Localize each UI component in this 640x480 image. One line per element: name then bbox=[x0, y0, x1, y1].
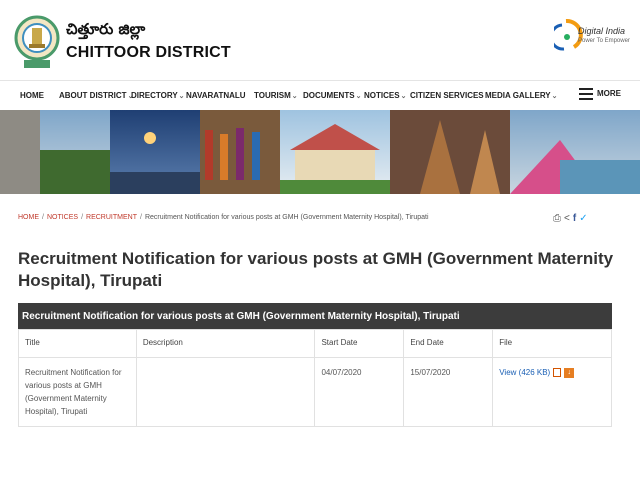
main-navigation: HOME ABOUT DISTRICT⌄ DIRECTORY⌄ NAVARATN… bbox=[0, 80, 640, 110]
table-caption: Recruitment Notification for various pos… bbox=[18, 303, 612, 329]
breadcrumb-recruitment[interactable]: RECRUITMENT bbox=[86, 214, 137, 221]
column-header-end-date: End Date bbox=[403, 329, 494, 358]
digital-india-tagline: Power To Empower bbox=[578, 38, 630, 44]
nav-item-notices[interactable]: NOTICES⌄ bbox=[364, 91, 406, 100]
cell-description bbox=[135, 357, 316, 427]
nav-item-citizen-services[interactable]: CITIZEN SERVICES bbox=[410, 91, 484, 100]
nav-item-media-gallery[interactable]: MEDIA GALLERY⌄ bbox=[485, 91, 558, 100]
digital-india-name: Digital India bbox=[578, 26, 626, 36]
nav-item-tourism[interactable]: TOURISM⌄ bbox=[254, 91, 298, 100]
breadcrumb-notices[interactable]: NOTICES bbox=[47, 214, 78, 221]
site-title[interactable]: CHITTOOR DISTRICT bbox=[66, 44, 231, 62]
nav-item-navaratnalu[interactable]: NAVARATNALU bbox=[186, 91, 246, 100]
recruitment-table: Recruitment Notification for various pos… bbox=[18, 303, 612, 427]
nav-item-home[interactable]: HOME bbox=[20, 91, 44, 100]
breadcrumb-separator: / bbox=[139, 214, 142, 221]
chevron-down-icon: ⌄ bbox=[291, 93, 298, 100]
notice-table: Title Description Start Date End Date Fi… bbox=[18, 329, 612, 427]
chevron-down-icon: ⌄ bbox=[400, 93, 407, 100]
cell-file: View (426 KB) ↓ bbox=[492, 357, 612, 427]
facebook-icon[interactable]: f bbox=[573, 213, 576, 224]
breadcrumb-separator: / bbox=[81, 214, 84, 221]
breadcrumb-home[interactable]: HOME bbox=[18, 214, 39, 221]
share-icon[interactable]: < bbox=[564, 213, 570, 224]
breadcrumb-current: Recruitment Notification for various pos… bbox=[144, 214, 429, 221]
column-header-file: File bbox=[492, 329, 612, 358]
more-menu-button[interactable]: MORE bbox=[597, 89, 621, 98]
print-icon[interactable]: ⎙ bbox=[553, 213, 561, 224]
chevron-down-icon: ⌄ bbox=[551, 93, 558, 100]
breadcrumb: HOME / NOTICES / RECRUITMENT / Recruitment Not… bbox=[18, 214, 429, 221]
table-header-row: Title Description Start Date End Date Fi… bbox=[18, 329, 612, 358]
ap-emblem-logo[interactable] bbox=[14, 8, 60, 72]
chevron-down-icon: ⌄ bbox=[178, 93, 185, 100]
column-header-start-date: Start Date bbox=[314, 329, 405, 358]
nav-item-directory[interactable]: DIRECTORY⌄ bbox=[131, 91, 185, 100]
cell-title: Recruitment Notification for various pos… bbox=[18, 357, 137, 427]
view-file-link[interactable]: View (426 KB) bbox=[499, 368, 550, 377]
breadcrumb-separator: / bbox=[42, 214, 44, 221]
download-icon[interactable]: ↓ bbox=[564, 367, 575, 378]
chevron-down-icon: ⌄ bbox=[355, 93, 362, 100]
cell-start-date: 04/07/2020 bbox=[314, 357, 405, 427]
pdf-icon bbox=[553, 368, 562, 378]
page-tools: ⎙ < f ✓ bbox=[553, 213, 591, 224]
nav-item-documents[interactable]: DOCUMENTS⌄ bbox=[303, 91, 361, 100]
page-title: Recruitment Notification for various pos… bbox=[18, 249, 614, 290]
twitter-icon[interactable]: ✓ bbox=[579, 213, 587, 224]
site-header: చిత్తూరు జిల్లా CHITTOOR DISTRICT Digita… bbox=[0, 0, 640, 80]
table-row: Recruitment Notification for various pos… bbox=[18, 357, 612, 427]
banner-image bbox=[0, 110, 640, 194]
column-header-description: Description bbox=[135, 329, 316, 358]
cell-end-date: 15/07/2020 bbox=[403, 357, 494, 427]
digital-india-logo[interactable] bbox=[554, 17, 630, 57]
column-header-title: Title bbox=[18, 329, 137, 358]
nav-item-about-district[interactable]: ABOUT DISTRICT⌄ bbox=[59, 91, 133, 100]
hamburger-menu-icon[interactable] bbox=[579, 88, 593, 100]
site-title-telugu: చిత్తూరు జిల్లా bbox=[66, 20, 146, 38]
